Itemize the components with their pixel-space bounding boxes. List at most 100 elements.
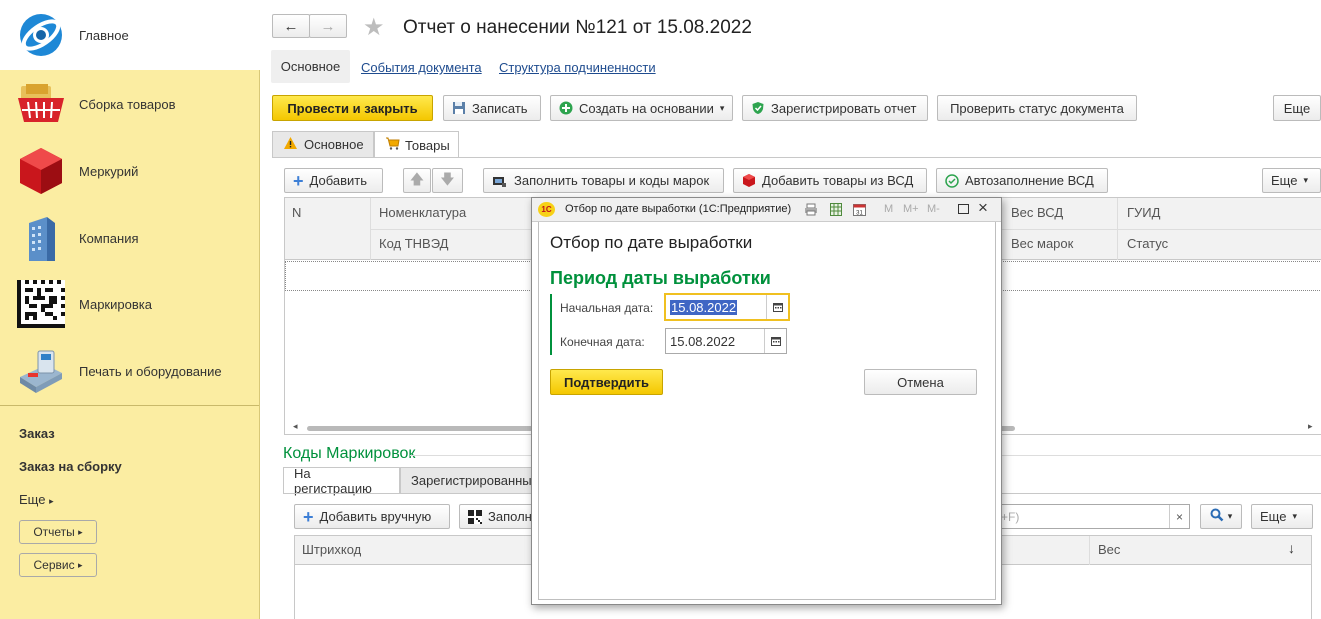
1c-logo-icon: 1С (538, 202, 555, 217)
autofill-vsd-button[interactable]: Автозаполнение ВСД (936, 168, 1108, 193)
maximize-icon[interactable] (958, 204, 969, 214)
create-based-on-button[interactable]: Создать на основании ▾ (550, 95, 733, 121)
mem-plus-button[interactable]: M+ (903, 203, 919, 215)
scroll-right-icon[interactable]: ▸ (1308, 421, 1313, 432)
sidebar-item-marking[interactable]: Маркировка (0, 270, 260, 338)
sort-down-icon[interactable]: ↓ (1288, 540, 1295, 556)
caret-right-icon: ▸ (77, 559, 83, 570)
codes-tab-registered[interactable]: Зарегистрированные (400, 467, 535, 493)
form-tab-goods-label: Товары (405, 137, 450, 153)
clear-search-icon[interactable]: × (1169, 505, 1189, 528)
arrow-right-icon: → (320, 17, 336, 35)
search-button[interactable]: ▾ (1200, 504, 1242, 529)
codes-tab-to-register[interactable]: На регистрацию (283, 466, 400, 496)
codes-more-label: Еще (1260, 509, 1287, 524)
mem-minus-button[interactable]: M- (927, 203, 940, 215)
cart-icon (385, 137, 400, 153)
post-and-close-button[interactable]: Провести и закрыть (272, 95, 433, 121)
search-hint: +F) (1001, 510, 1020, 524)
create-based-on-label: Создать на основании (579, 100, 714, 116)
sidebar-item-label: Печать и оборудование (79, 363, 222, 379)
close-icon[interactable]: × (978, 199, 988, 216)
tab-subordination-structure[interactable]: Структура подчиненности (499, 60, 656, 75)
end-date-label: Конечная дата: (560, 335, 645, 349)
codes-more-button[interactable]: Еще ▾ (1251, 504, 1313, 529)
star-icon[interactable]: ★ (363, 13, 385, 42)
check-status-button[interactable]: Проверить статус документа (937, 95, 1137, 121)
mem-m-button[interactable]: M (884, 203, 893, 215)
period-group-title: Период даты выработки (550, 268, 771, 288)
sidebar-item-label: Меркурий (79, 163, 139, 179)
caret-right-icon: ▸ (49, 496, 54, 506)
sidebar-item-label: Маркировка (79, 296, 152, 312)
col-weight-vsd: Вес ВСД (1011, 205, 1064, 220)
fill-goods-codes-label: Заполнить товары и коды марок (514, 173, 710, 188)
arrow-left-icon: ← (283, 17, 299, 35)
codes-tab-to-register-label: На регистрацию (294, 466, 372, 496)
sidebar-item-assembly[interactable]: Сборка товаров (0, 70, 260, 138)
sidebar-link-assembly-order[interactable]: Заказ на сборку (19, 459, 122, 474)
date-filter-dialog: 1С Отбор по дате выработки (1С:Предприят… (531, 197, 1002, 605)
save-button[interactable]: Записать (443, 95, 541, 121)
sidebar-item-print[interactable]: Печать и оборудование (0, 337, 260, 405)
print-icon[interactable] (804, 203, 818, 219)
plus-icon: + (303, 506, 314, 527)
form-tab-goods[interactable]: Товары (374, 131, 459, 158)
start-date-value: 15.08.2022 (670, 299, 738, 315)
start-date-input[interactable]: 15.08.2022 (664, 293, 790, 321)
move-up-button[interactable]: 🡅 (403, 168, 431, 193)
tab-main[interactable]: Основное (271, 50, 350, 83)
scroll-left-icon[interactable]: ◂ (293, 421, 298, 432)
add-manually-button[interactable]: + Добавить вручную (294, 504, 450, 529)
confirm-button[interactable]: Подтвердить (550, 369, 663, 395)
add-manually-label: Добавить вручную (319, 509, 432, 524)
floppy-icon (452, 101, 466, 115)
caret-right-icon: ▸ (78, 526, 83, 537)
sidebar-more-link[interactable]: Еще ▸ (19, 492, 54, 507)
goods-col-sep (370, 198, 371, 260)
reports-button[interactable]: Отчеты ▸ (19, 520, 97, 544)
add-goods-from-vsd-label: Добавить товары из ВСД (762, 173, 914, 188)
svg-text:31: 31 (856, 211, 863, 217)
sidebar-more-label: Еще (19, 492, 46, 507)
move-down-button[interactable]: 🡇 (432, 168, 463, 193)
calendar-picker-icon[interactable] (766, 295, 788, 319)
calendar-icon[interactable]: 31 (853, 203, 866, 219)
start-date-label: Начальная дата: (560, 301, 654, 315)
col-barcode: Штрихкод (302, 542, 362, 557)
add-goods-button[interactable]: + Добавить (284, 168, 383, 193)
sidebar-item-company[interactable]: Компания (0, 204, 260, 272)
add-goods-from-vsd-button[interactable]: Добавить товары из ВСД (733, 168, 927, 193)
dialog-body: Отбор по дате выработки Период даты выра… (538, 222, 996, 600)
service-button[interactable]: Сервис ▸ (19, 553, 97, 577)
goods-more-button[interactable]: Еще ▾ (1262, 168, 1321, 193)
back-button[interactable]: ← (272, 14, 310, 38)
qr-small-icon (468, 509, 482, 524)
codes-section-title: Коды Маркировок (283, 445, 416, 462)
cancel-button[interactable]: Отмена (864, 369, 977, 395)
codes-search-input[interactable]: +F) × (996, 504, 1190, 529)
warning-icon (283, 136, 298, 153)
end-date-input[interactable]: 15.08.2022 (665, 328, 787, 354)
caret-down-icon: ▾ (1227, 511, 1233, 521)
sidebar-link-order[interactable]: Заказ (19, 426, 55, 441)
dialog-heading: Отбор по дате выработки (550, 233, 753, 252)
forward-button[interactable]: → (309, 14, 347, 38)
more-button[interactable]: Еще (1273, 95, 1321, 121)
caret-down-icon: ▾ (1303, 175, 1308, 185)
check-circle-icon (945, 173, 959, 188)
sidebar-item-main[interactable]: Главное (0, 1, 260, 69)
form-tab-main[interactable]: Основное (272, 131, 374, 157)
caret-down-icon: ▾ (1292, 511, 1297, 521)
autofill-vsd-label: Автозаполнение ВСД (965, 173, 1094, 188)
spreadsheet-icon[interactable] (830, 203, 842, 219)
fill-goods-codes-button[interactable]: Заполнить товары и коды марок (483, 168, 724, 193)
fill-codes-button[interactable]: Заполн (459, 504, 539, 529)
tab-document-events[interactable]: События документа (361, 60, 482, 75)
sidebar-item-label: Главное (79, 27, 129, 43)
sidebar-item-mercury[interactable]: Меркурий (0, 137, 260, 205)
arrow-down-icon: 🡇 (440, 170, 455, 187)
calendar-picker-icon[interactable] (764, 329, 786, 353)
sidebar-item-label: Компания (79, 230, 139, 246)
register-report-button[interactable]: Зарегистрировать отчет (742, 95, 928, 121)
